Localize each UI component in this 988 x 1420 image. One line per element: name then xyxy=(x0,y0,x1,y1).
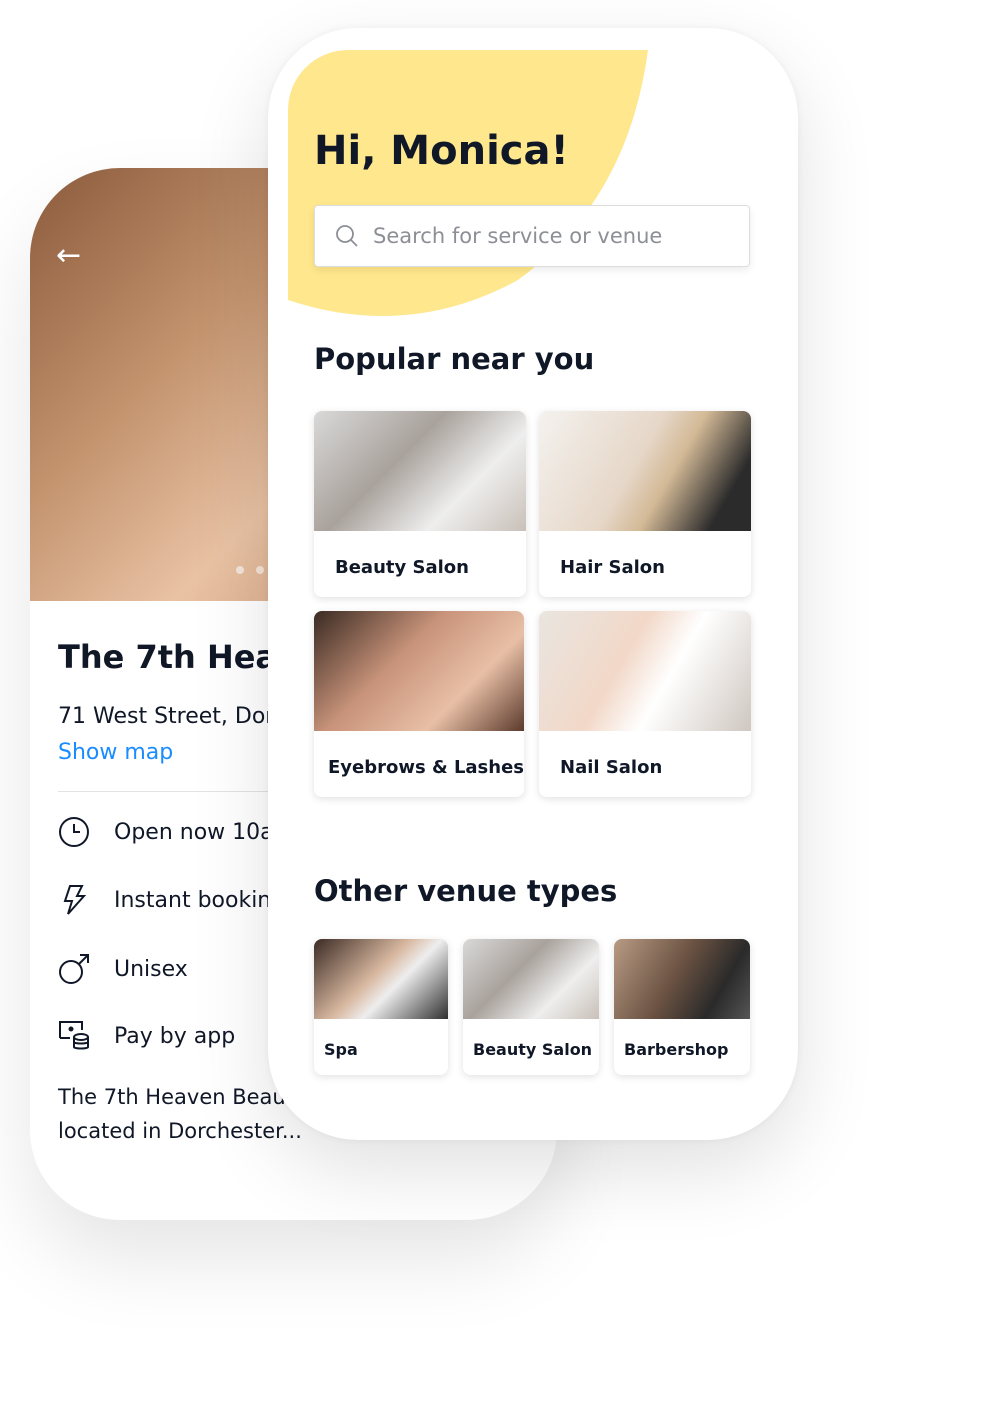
venue-type-label: Barbershop xyxy=(624,1040,729,1059)
venue-type-label: Beauty Salon xyxy=(473,1040,593,1059)
search-input[interactable] xyxy=(371,223,735,249)
feature-instant-booking: Instant booking xyxy=(58,884,285,916)
category-image xyxy=(539,411,751,531)
venue-type-card-spa[interactable]: Spa xyxy=(314,939,448,1075)
feature-label: Instant booking xyxy=(114,887,286,913)
category-image xyxy=(539,611,751,731)
category-card-hair-salon[interactable]: Hair Salon xyxy=(539,411,751,597)
search-bar[interactable] xyxy=(314,205,750,267)
arrow-left-icon[interactable]: ← xyxy=(56,238,81,273)
category-card-nail-salon[interactable]: Nail Salon xyxy=(539,611,751,797)
category-label: Nail Salon xyxy=(560,757,663,778)
clock-icon xyxy=(58,816,90,848)
feature-open-hours: Open now 10am xyxy=(58,816,295,848)
popular-title: Popular near you xyxy=(314,342,595,376)
venue-type-image xyxy=(614,939,750,1019)
venue-type-image xyxy=(314,939,448,1019)
feature-pay-by-app: Pay by app xyxy=(58,1020,235,1052)
category-image xyxy=(314,411,526,531)
gender-icon xyxy=(58,953,90,985)
greeting: Hi, Monica! xyxy=(314,128,569,174)
description-line: located in Dorchester... xyxy=(58,1119,302,1143)
feature-unisex: Unisex xyxy=(58,953,188,985)
category-label: Eyebrows & Lashes xyxy=(328,757,524,778)
feature-label: Unisex xyxy=(114,956,188,982)
carousel-dots[interactable] xyxy=(236,566,264,574)
venue-description: The 7th Heaven Beauty located in Dorches… xyxy=(58,1080,306,1148)
pay-app-icon xyxy=(58,1020,90,1052)
other-title: Other venue types xyxy=(314,874,618,908)
venue-type-card-beauty-salon[interactable]: Beauty Salon xyxy=(463,939,599,1075)
venue-type-image xyxy=(463,939,599,1019)
venue-type-label: Spa xyxy=(324,1040,358,1059)
category-card-beauty-salon[interactable]: Beauty Salon xyxy=(314,411,526,597)
home-screen: Hi, Monica! Popular near you Beauty Salo… xyxy=(268,28,798,1140)
category-label: Hair Salon xyxy=(560,557,665,578)
description-line: The 7th Heaven Beauty xyxy=(58,1085,307,1109)
lightning-icon xyxy=(58,884,90,916)
venue-type-card-barbershop[interactable]: Barbershop xyxy=(614,939,750,1075)
search-icon xyxy=(336,225,358,247)
category-label: Beauty Salon xyxy=(335,557,469,578)
category-image xyxy=(314,611,524,731)
category-card-eyebrows-lashes[interactable]: Eyebrows & Lashes xyxy=(314,611,524,797)
feature-label: Pay by app xyxy=(114,1023,236,1049)
show-map-link[interactable]: Show map xyxy=(58,740,173,765)
